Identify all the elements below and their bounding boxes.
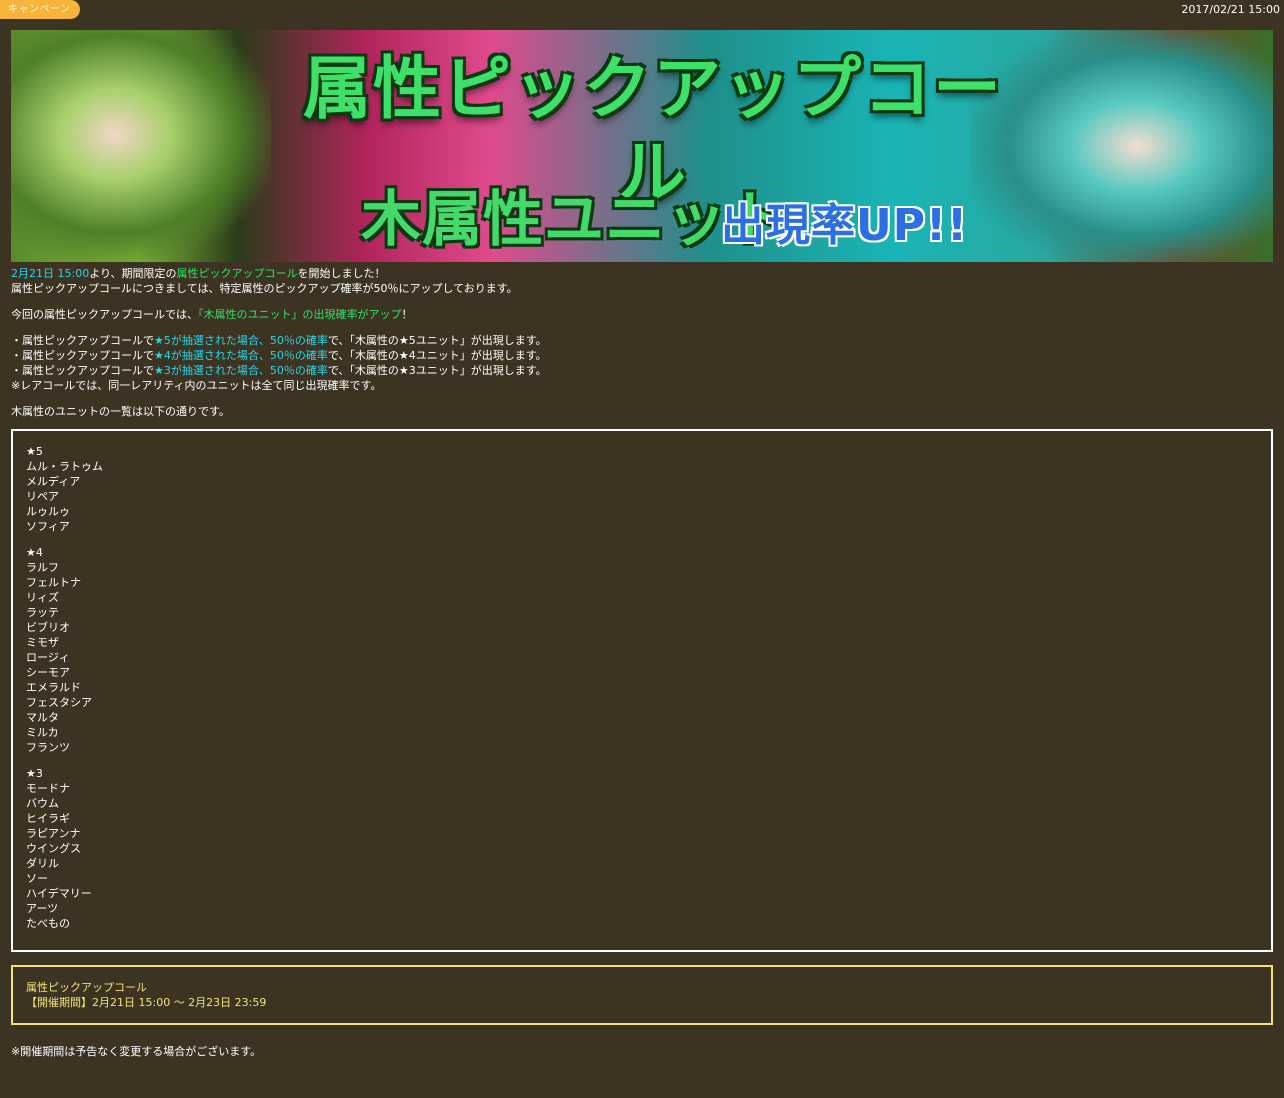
footer-note: ※開催期間は予告なく変更する場合がございます。: [11, 1045, 262, 1058]
unit-name: ハイデマリー: [26, 887, 92, 900]
unit-name: ミルカ: [26, 726, 59, 739]
unit-name: フェルトナ: [26, 576, 81, 589]
intro-line-2: 属性ピックアップコールにつきましては、特定属性のピックアップ確率が50％にアップ…: [11, 282, 518, 295]
unit-name: ミモザ: [26, 636, 59, 649]
start-date: 2月21日 15:00: [11, 267, 90, 280]
unit-name: ラルフ: [26, 561, 59, 574]
event-period-box: 属性ピックアップコール 【開催期間】2月21日 15:00 ～ 2月23日 23…: [11, 965, 1273, 1025]
intro-paragraph: 2月21日 15:00より、期間限定の属性ピックアップコールを開始しました！ 属…: [11, 266, 1273, 296]
category-tag: キャンペーン: [0, 0, 80, 19]
unit-name: フランツ: [26, 741, 70, 754]
unit-name: リィズ: [26, 591, 59, 604]
unit-list-box: ★5 ムル・ラトゥム メルディア リペア ルゥルゥ ソフィア ★4 ラルフ フェ…: [11, 429, 1273, 952]
unit-name: ウイングス: [26, 842, 81, 855]
article-body: 2月21日 15:00より、期間限定の属性ピックアップコールを開始しました！ 属…: [11, 266, 1273, 1059]
rule-emphasis: ★4が抽選された場合、50％の確率: [154, 349, 328, 362]
rules-note: ※レアコールでは、同一レアリティ内のユニットは全て同じ出現確率です。: [11, 379, 382, 392]
unit-name: アーツ: [26, 902, 59, 915]
unit-name: ムル・ラトゥム: [26, 460, 103, 473]
unit-name: ビブリオ: [26, 621, 70, 634]
banner-character-left: [11, 30, 271, 262]
header-bar: キャンペーン 2017/02/21 15:00: [0, 0, 1284, 20]
unit-name: ヒイラギ: [26, 812, 70, 825]
unit-group-star3: ★3 モードナ バウム ヒイラギ ラピアンナ ウイングス ダリル ソー ハイデマ…: [26, 766, 1258, 931]
unit-name: ダリル: [26, 857, 59, 870]
highlight-paragraph: 今回の属性ピックアップコールでは、「木属性のユニット」の出現確率がアップ！: [11, 307, 1273, 322]
rule-text: ・属性ピックアップコールで: [11, 349, 154, 362]
event-name-highlight: 属性ピックアップコール: [176, 267, 298, 280]
rules-list: ・属性ピックアップコールで★5が抽選された場合、50％の確率で、「木属性の★5ユ…: [11, 333, 1273, 393]
rarity-heading: ★5: [26, 445, 43, 458]
period-event-name: 属性ピックアップコール: [26, 981, 147, 994]
unit-name: たべもの: [26, 917, 70, 930]
unit-name: ルゥルゥ: [26, 505, 70, 518]
rarity-heading: ★4: [26, 546, 43, 559]
unit-group-star5: ★5 ムル・ラトゥム メルディア リペア ルゥルゥ ソフィア: [26, 444, 1258, 534]
unit-name: マルタ: [26, 711, 59, 724]
rule-item: ・属性ピックアップコールで★3が抽選された場合、50％の確率で、「木属性の★3ユ…: [11, 363, 1273, 378]
rule-text: で、「木属性の★3ユニット」が出現します。: [327, 364, 547, 377]
unit-name: モードナ: [26, 782, 70, 795]
rule-emphasis: ★5が抽選された場合、50％の確率: [154, 334, 328, 347]
unit-name: シーモア: [26, 666, 70, 679]
rarity-heading: ★3: [26, 767, 43, 780]
unit-name: エメラルド: [26, 681, 81, 694]
period-dates: 【開催期間】2月21日 15:00 ～ 2月23日 23:59: [26, 996, 267, 1009]
intro-line-1: 2月21日 15:00より、期間限定の属性ピックアップコールを開始しました！: [11, 266, 1273, 281]
banner-subtitle-accent: 出現率UP!!: [721, 200, 969, 251]
rule-item: ・属性ピックアップコールで★5が抽選された場合、50％の確率で、「木属性の★5ユ…: [11, 333, 1273, 348]
intro-text: を開始しました！: [297, 267, 386, 280]
unit-name: リペア: [26, 490, 59, 503]
rule-text: ・属性ピックアップコールで: [11, 364, 154, 377]
unit-name: ソフィア: [26, 520, 70, 533]
unit-name: ラッテ: [26, 606, 59, 619]
unit-name: フェスタシア: [26, 696, 92, 709]
unit-name: バウム: [26, 797, 59, 810]
highlight-suffix: ！: [401, 308, 413, 321]
rule-text: ・属性ピックアップコールで: [11, 334, 154, 347]
intro-text: より、期間限定の: [89, 267, 177, 280]
rule-emphasis: ★3が抽選された場合、50％の確率: [154, 364, 328, 377]
unit-name: ラピアンナ: [26, 827, 81, 840]
rule-text: で、「木属性の★4ユニット」が出現します。: [327, 349, 547, 362]
unit-group-star4: ★4 ラルフ フェルトナ リィズ ラッテ ビブリオ ミモザ ロージィ シーモア …: [26, 545, 1258, 755]
campaign-banner: 属性ピックアップコール 木属性ユニット 出現率UP!!: [11, 30, 1273, 262]
list-intro: 木属性のユニットの一覧は以下の通りです。: [11, 405, 230, 418]
unit-name: ソー: [26, 872, 48, 885]
posted-date: 2017/02/21 15:00: [1181, 3, 1280, 16]
unit-name: ロージィ: [26, 651, 70, 664]
highlight-prefix: 今回の属性ピックアップコールでは、: [11, 308, 198, 321]
unit-name: メルディア: [26, 475, 81, 488]
rule-text: で、「木属性の★5ユニット」が出現します。: [327, 334, 547, 347]
rule-item: ・属性ピックアップコールで★4が抽選された場合、50％の確率で、「木属性の★4ユ…: [11, 348, 1273, 363]
highlight-emphasis: 「木属性のユニット」の出現確率がアップ: [198, 308, 402, 321]
